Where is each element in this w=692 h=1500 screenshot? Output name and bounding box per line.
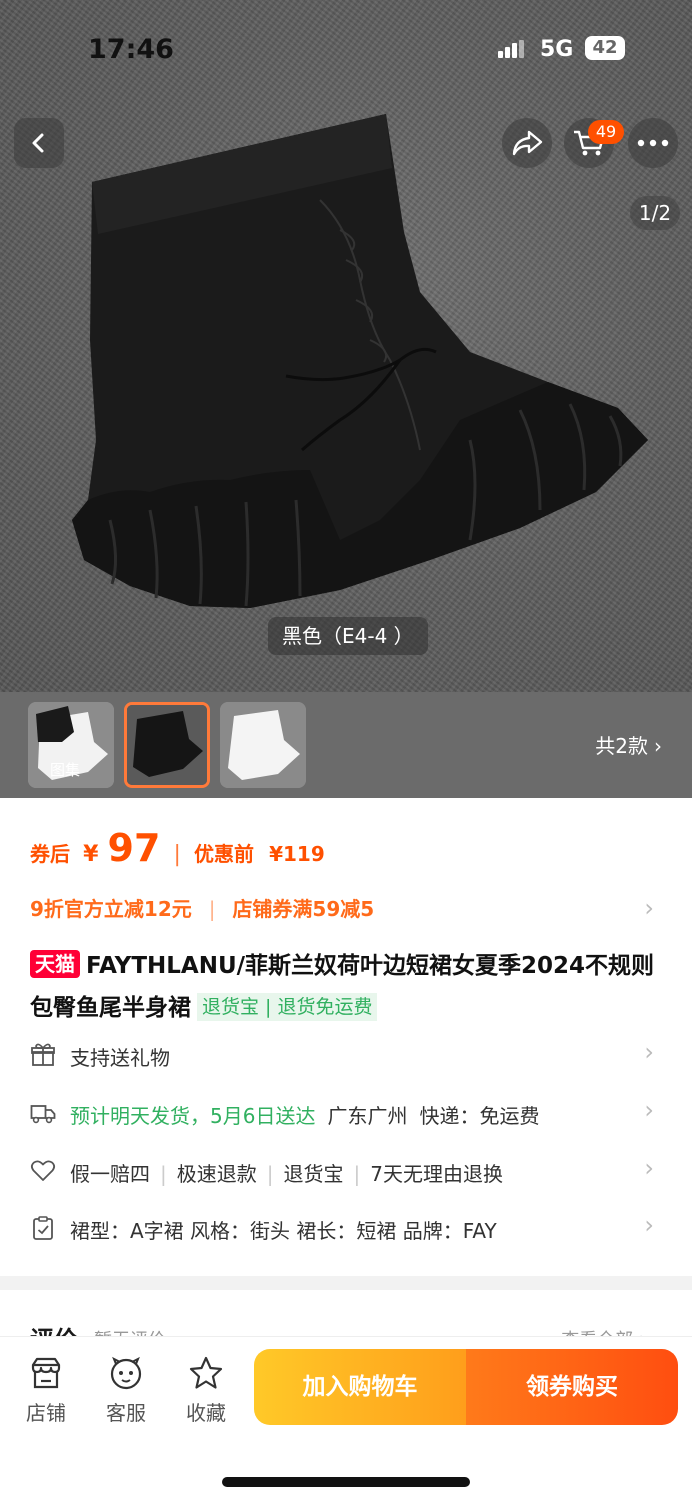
service-divider: |	[353, 1162, 361, 1186]
chevron-right-icon: ›	[644, 894, 654, 922]
share-button[interactable]	[502, 118, 552, 168]
service-list: 假一赔四 | 极速退款 | 退货宝 | 7天无理由退换	[70, 1158, 503, 1187]
before-discount-price: ¥119	[269, 842, 325, 866]
variant-count-label: 共2款	[595, 734, 648, 758]
shipping-fee: 快递：免运费	[419, 1104, 540, 1128]
clipboard-icon	[33, 1216, 53, 1240]
official-discount: 9折官方立减12元	[30, 897, 192, 921]
add-to-cart-button[interactable]: 加入购物车	[254, 1349, 466, 1425]
service-item: 极速退款	[176, 1162, 257, 1186]
variant-thumbnail-strip: 图集 共2款 ›	[0, 692, 692, 798]
shop-tab[interactable]: 店铺	[14, 1355, 78, 1426]
variant-count-link[interactable]: 共2款 ›	[595, 730, 662, 759]
buy-with-coupon-button[interactable]: 领券购买	[466, 1349, 678, 1425]
chevron-right-icon: ›	[654, 734, 662, 758]
return-insurance-tag: 退货宝 | 退货免运费	[197, 993, 378, 1021]
battery-icon: 42	[585, 36, 625, 60]
shipping-row[interactable]: 预计明天发货，5月6日送达 广东广州 快递：免运费 ›	[30, 1094, 662, 1134]
currency-symbol: ¥	[83, 842, 99, 867]
price-row: 券后 ¥ 97 | 优惠前 ¥119	[30, 826, 325, 874]
attributes-text: 裙型：A字裙 风格：街头 裙长：短裙 品牌：FAY	[70, 1219, 497, 1243]
product-image-carousel[interactable]: 17:46 5G 42 49 1/2 黑色（E4-4 ）	[0, 0, 692, 692]
attributes-row[interactable]: 裙型：A字裙 风格：街头 裙长：短裙 品牌：FAY ›	[30, 1209, 662, 1249]
share-icon	[512, 130, 543, 156]
status-bar: 17:46 5G 42	[0, 34, 692, 68]
product-info-section: 券后 ¥ 97 | 优惠前 ¥119 9折官方立减12元 | 店铺券满59减5 …	[0, 798, 692, 1278]
service-item: 退货宝	[283, 1162, 344, 1186]
home-indicator[interactable]	[222, 1477, 470, 1487]
store-coupon: 店铺券满59减5	[232, 897, 375, 921]
bottom-action-bar: 店铺 客服 收藏 加入购物车 领券购买	[0, 1336, 692, 1500]
star-icon	[189, 1356, 223, 1389]
heart-icon	[30, 1160, 56, 1181]
delivery-estimate: 预计明天发货，5月6日送达	[70, 1104, 316, 1128]
store-icon	[31, 1357, 61, 1389]
service-item: 假一赔四	[70, 1162, 150, 1186]
gift-text: 支持送礼物	[70, 1046, 170, 1070]
signal-icon	[498, 40, 524, 58]
variant-caption: 黑色（E4-4 ）	[268, 617, 428, 655]
more-button[interactable]	[628, 118, 678, 168]
thumbnail-album[interactable]: 图集	[28, 702, 114, 788]
image-page-indicator: 1/2	[630, 196, 680, 230]
shipping-text: 预计明天发货，5月6日送达 广东广州 快递：免运费	[70, 1100, 539, 1129]
thumbnail-image	[127, 705, 207, 785]
customer-service-tab[interactable]: 客服	[94, 1355, 158, 1426]
back-button[interactable]	[14, 118, 64, 168]
thumbnail-white[interactable]	[220, 702, 306, 788]
chevron-right-icon: ›	[644, 1154, 654, 1182]
chevron-left-icon	[32, 133, 44, 153]
album-label: 图集	[50, 761, 81, 779]
service-divider: |	[266, 1162, 274, 1186]
service-face-icon	[110, 1356, 142, 1390]
service-item: 7天无理由退换	[370, 1162, 503, 1186]
skirt-photo	[72, 114, 648, 608]
truck-icon	[30, 1105, 56, 1124]
gift-icon	[31, 1043, 55, 1066]
favorite-tab[interactable]: 收藏	[174, 1355, 238, 1426]
coupon-price: 97	[107, 826, 161, 870]
before-discount-label: 优惠前	[194, 842, 254, 866]
section-divider	[0, 1276, 692, 1290]
more-dots-icon	[637, 139, 669, 147]
promotions-row[interactable]: 9折官方立减12元 | 店铺券满59减5	[30, 893, 374, 922]
cart-count-badge: 49	[588, 120, 624, 144]
chevron-right-icon: ›	[644, 1038, 654, 1066]
chevron-right-icon: ›	[644, 1211, 654, 1239]
shipping-origin: 广东广州	[327, 1104, 408, 1128]
product-detail-page: 17:46 5G 42 49 1/2 黑色（E4-4 ） 图集 共2款 › 券后…	[0, 0, 692, 1500]
tmall-badge: 天猫	[30, 950, 80, 978]
service-guarantee-row[interactable]: 假一赔四 | 极速退款 | 退货宝 | 7天无理由退换 ›	[30, 1152, 662, 1192]
after-coupon-label: 券后	[30, 842, 70, 866]
status-time: 17:46	[88, 34, 174, 65]
service-label: 客服	[106, 1401, 146, 1425]
thumbnail-image	[220, 702, 306, 788]
network-type: 5G	[540, 37, 574, 62]
price-separator: |	[173, 842, 181, 867]
product-title: 天猫 FAYTHLANU/菲斯兰奴荷叶边短裙女夏季2024不规则包臀鱼尾半身裙 退货…	[30, 945, 670, 1029]
shop-label: 店铺	[26, 1401, 66, 1425]
promo-divider: |	[208, 897, 216, 921]
thumbnail-black-selected[interactable]	[124, 702, 210, 788]
gift-row[interactable]: 支持送礼物 ›	[30, 1036, 662, 1076]
favorite-label: 收藏	[186, 1401, 226, 1425]
service-divider: |	[160, 1162, 167, 1186]
chevron-right-icon: ›	[644, 1096, 654, 1124]
